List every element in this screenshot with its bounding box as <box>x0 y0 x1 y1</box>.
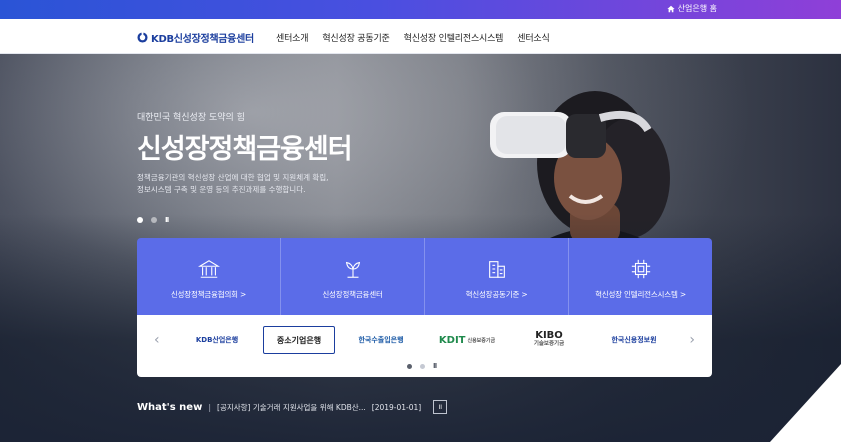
building-icon <box>488 261 505 278</box>
hero-pause-button[interactable]: II <box>165 216 169 224</box>
hero-pagination: II <box>137 216 169 224</box>
partner-kibo-sub: 기술보증기금 <box>533 341 565 347</box>
home-icon <box>667 5 675 12</box>
divider: | <box>208 402 212 412</box>
partner-ibk-label: 중소기업은행 <box>276 335 322 345</box>
home-label: 산업은행 홈 <box>677 4 717 13</box>
utility-bar: 산업은행 홈 <box>0 0 841 19</box>
kdb-logo-icon <box>137 32 148 43</box>
whats-new-pause-button[interactable]: II <box>433 400 448 414</box>
hero-slide-dot-1[interactable] <box>137 217 143 223</box>
partner-slide-dot-2[interactable] <box>420 363 425 369</box>
hero-description: 정책금융기관의 혁신성장 산업에 대한 협업 및 지원체계 확립, 정보시스템 … <box>137 172 367 196</box>
partner-slide-dot-1[interactable] <box>407 363 412 369</box>
quick-link-center-label: 신성장정책금융센터 <box>322 290 383 299</box>
hero-slide-dot-2[interactable] <box>151 217 157 223</box>
partner-kdb[interactable]: KDB산업은행 <box>185 326 249 354</box>
hero-title: 신성장정책금융센터 <box>137 134 353 165</box>
chevron-right-icon[interactable]: › <box>689 332 695 348</box>
quick-link-center[interactable]: 신성장정책금융센터 <box>281 238 425 315</box>
nav-item-intelligence-system[interactable]: 혁신성장 인텔리전스시스템 <box>404 31 504 44</box>
bank-icon <box>197 260 220 278</box>
whats-new-title: What's new <box>137 401 203 413</box>
partner-pause-button[interactable]: II <box>433 362 437 370</box>
partner-kodit-label: KDIT <box>438 334 466 346</box>
partner-kibo-label: KIBO <box>535 330 563 341</box>
partner-pagination: II <box>407 362 437 370</box>
site-logo[interactable]: KDB신성장정책금융센터 <box>137 30 254 45</box>
hero-desc-line2: 정보시스템 구축 및 운영 등의 추진과제를 수행합니다. <box>137 185 306 194</box>
quick-link-standard[interactable]: 혁신성장공동기준 > <box>425 238 569 315</box>
quick-link-intelligence[interactable]: 혁신성장 인텔리전스시스템 > <box>569 238 712 315</box>
chip-icon <box>631 259 650 279</box>
partner-kcredit[interactable]: 한국신용정보원 <box>599 326 669 354</box>
quick-link-council[interactable]: 신성장정책금융협의회 > <box>137 238 281 315</box>
site-header: KDB신성장정책금융센터 센터소개 혁신성장 공동기준 혁신성장 인텔리전스시스… <box>0 19 841 54</box>
nav-item-center-news[interactable]: 센터소식 <box>517 31 550 44</box>
main-nav: 센터소개 혁신성장 공동기준 혁신성장 인텔리전스시스템 센터소식 <box>276 31 550 44</box>
partner-kexim[interactable]: 한국수출입은행 <box>349 326 413 354</box>
quick-link-standard-label: 혁신성장공동기준 > <box>465 290 528 299</box>
quick-link-council-label: 신성장정책금융협의회 > <box>170 290 247 299</box>
whats-new-date: [2019-01-01] <box>371 402 422 412</box>
partner-kodit[interactable]: KDIT 신용보증기금 <box>437 326 497 354</box>
partner-kcredit-label: 한국신용정보원 <box>611 336 657 344</box>
quick-link-intelligence-label: 혁신성장 인텔리전스시스템 > <box>595 290 686 299</box>
sprout-icon <box>345 261 360 278</box>
whats-new-item[interactable]: [공지사항] 기술거래 지원사업을 위해 KDB산... <box>217 402 366 413</box>
chevron-left-icon[interactable]: ‹ <box>154 332 160 348</box>
partner-carousel: ‹ KDB산업은행 중소기업은행 한국수출입은행 KDIT 신용보증기금 KIB… <box>137 315 712 377</box>
kdb-home-link[interactable]: 산업은행 홈 <box>667 3 717 14</box>
logo-text: KDB신성장정책금융센터 <box>151 34 254 45</box>
partner-ibk[interactable]: 중소기업은행 <box>263 326 335 354</box>
quick-links-panel: 신성장정책금융협의회 > 신성장정책금융센터 혁신성장공동기준 > 혁신성장 인… <box>137 238 712 315</box>
partner-kodit-sub: 신용보증기금 <box>467 337 496 344</box>
partner-kexim-label: 한국수출입은행 <box>358 336 404 344</box>
partner-kibo[interactable]: KIBO 기술보증기금 <box>523 326 575 354</box>
hero-desc-line1: 정책금융기관의 혁신성장 산업에 대한 협업 및 지원체계 확립, <box>137 173 329 182</box>
hero-eyebrow: 대한민국 혁신성장 도약의 힘 <box>137 113 245 123</box>
partner-kdb-label: KDB산업은행 <box>195 336 239 344</box>
nav-item-common-standard[interactable]: 혁신성장 공동기준 <box>322 31 390 44</box>
whats-new-ticker: What's new | [공지사항] 기술거래 지원사업을 위해 KDB산..… <box>137 400 448 414</box>
nav-item-center-intro[interactable]: 센터소개 <box>276 31 309 44</box>
